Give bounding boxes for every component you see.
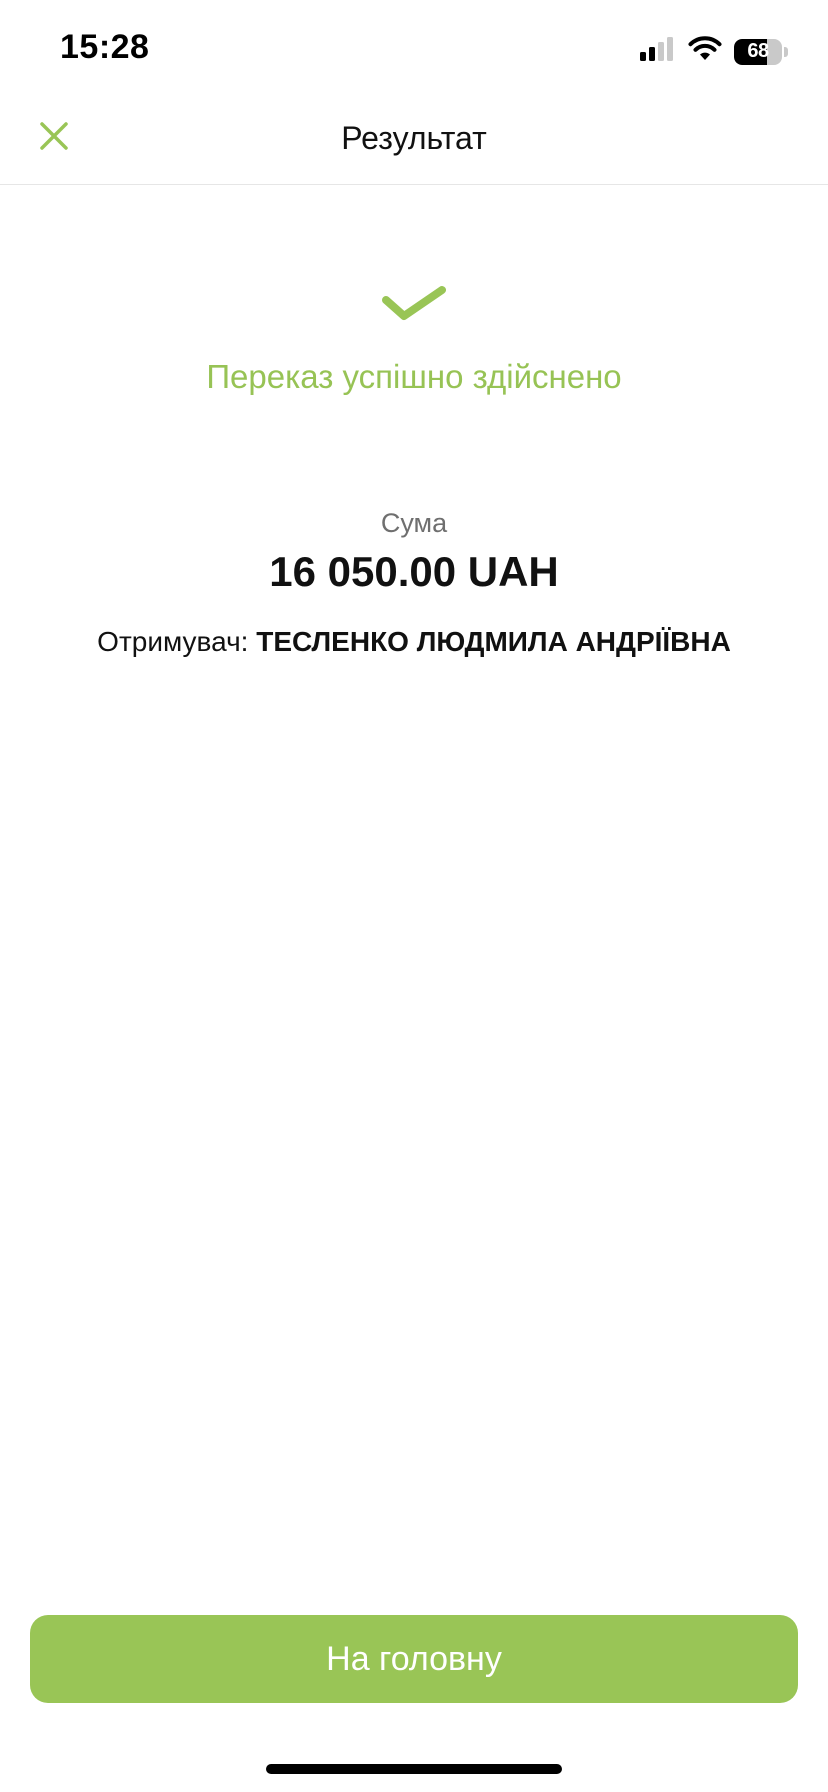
amount-value: 16 050.00 UAH bbox=[269, 548, 559, 595]
battery-nub bbox=[784, 46, 788, 57]
status-icons: 68 bbox=[640, 36, 788, 67]
recipient-label: Отримувач: bbox=[97, 626, 249, 657]
home-button[interactable]: На головну bbox=[30, 1615, 798, 1703]
home-indicator[interactable] bbox=[266, 1764, 562, 1774]
nav-bar: Результат bbox=[0, 100, 828, 185]
amount-label: Сума bbox=[380, 508, 448, 538]
battery-level: 68 bbox=[747, 40, 769, 62]
battery-icon: 68 bbox=[734, 38, 782, 65]
status-time: 15:28 bbox=[60, 28, 150, 66]
cellular-signal-icon bbox=[640, 37, 676, 66]
success-message: Переказ успішно здійснено bbox=[206, 358, 622, 395]
recipient-row: Отримувач: ТЕСЛЕНКО ЛЮДМИЛА АНДРІЇВНА bbox=[0, 626, 828, 658]
checkmark-icon bbox=[380, 280, 448, 326]
wifi-icon bbox=[688, 36, 722, 67]
page-title: Результат bbox=[341, 120, 487, 156]
recipient-name: ТЕСЛЕНКО ЛЮДМИЛА АНДРІЇВНА bbox=[256, 626, 731, 657]
status-bar: 15:28 68 bbox=[0, 0, 828, 100]
